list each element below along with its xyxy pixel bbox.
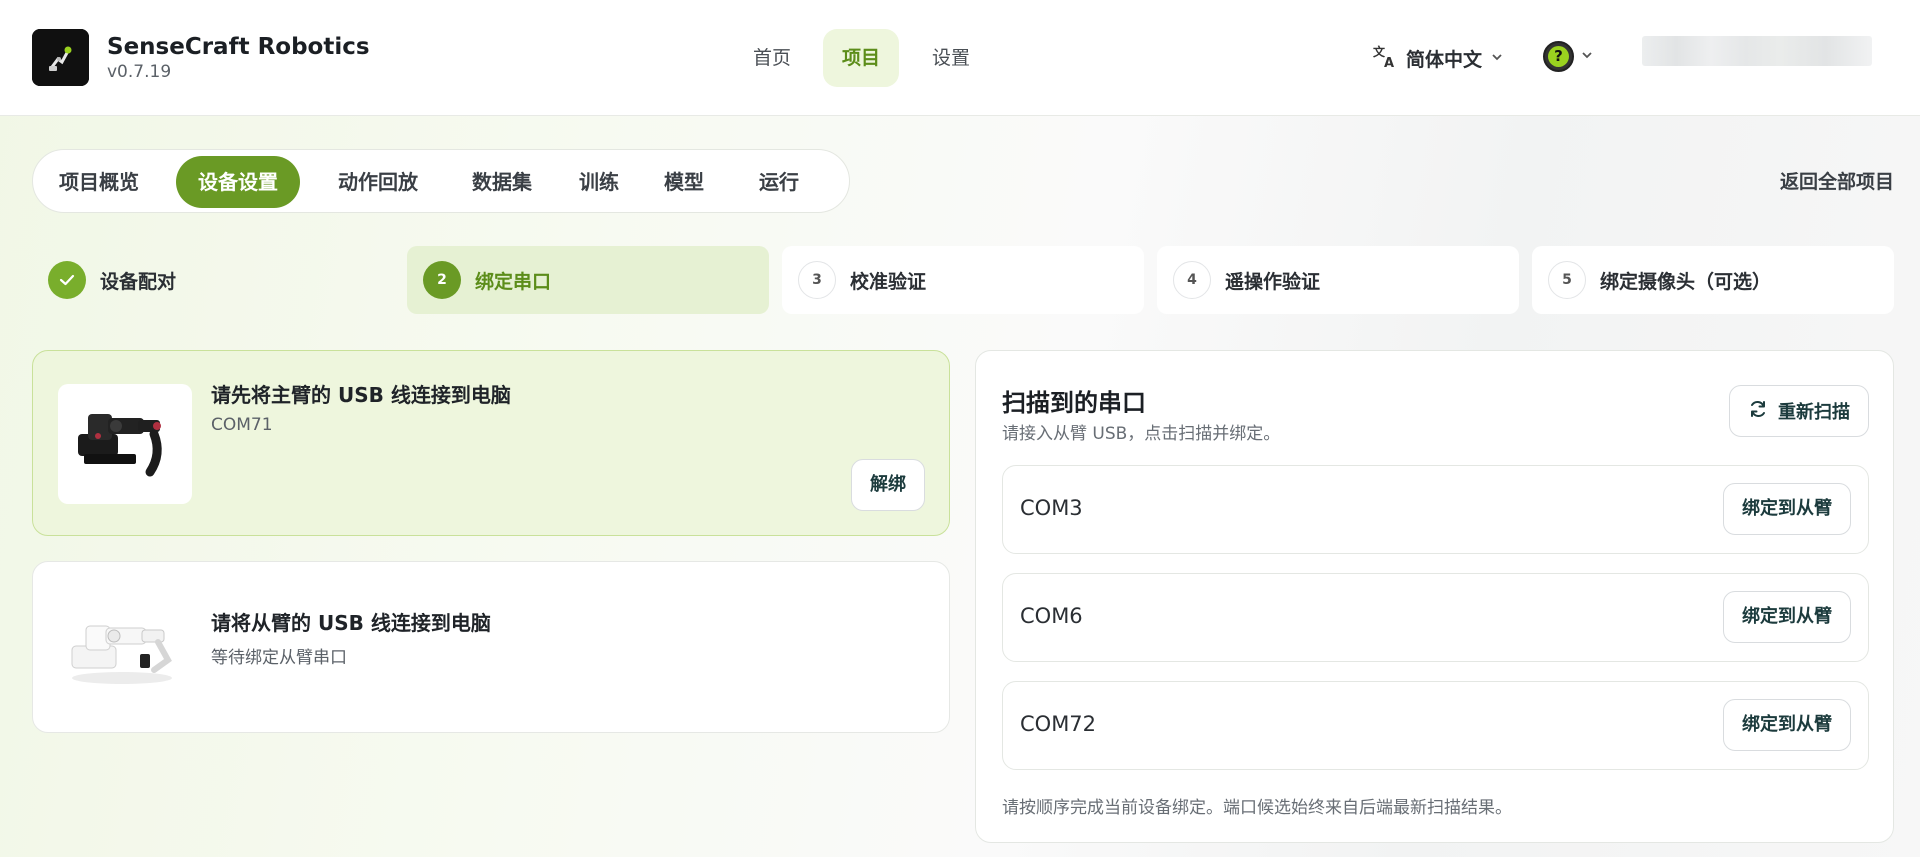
panel-footnote: 请按顺序完成当前设备绑定。端口候选始终来自后端最新扫描结果。 (1002, 798, 1512, 818)
rescan-label: 重新扫描 (1778, 402, 1850, 423)
slave-arm-image (58, 588, 192, 708)
nav-settings[interactable]: 设置 (913, 29, 989, 87)
step-number: 2 (423, 261, 461, 299)
language-selector[interactable]: 文 A 简体中文 (1372, 42, 1504, 74)
chevron-down-icon (1580, 47, 1594, 66)
port-name: COM72 (1020, 712, 1097, 736)
master-arm-port: COM71 (211, 415, 273, 435)
tab-device-setup[interactable]: 设备设置 (176, 156, 300, 208)
master-arm-title: 请先将主臂的 USB 线连接到电脑 (211, 383, 511, 407)
step-number: 5 (1548, 261, 1586, 299)
help-menu[interactable]: ? (1543, 41, 1594, 72)
port-name: COM6 (1020, 604, 1083, 628)
svg-text:A: A (1384, 56, 1394, 69)
port-row: COM3 绑定到从臂 (1002, 465, 1869, 554)
step-label: 设备配对 (100, 270, 177, 293)
tab-replay[interactable]: 动作回放 (316, 156, 440, 208)
tab-overview[interactable]: 项目概览 (37, 156, 161, 208)
app-logo (32, 29, 89, 86)
nav-home[interactable]: 首页 (734, 29, 810, 87)
language-label: 简体中文 (1406, 48, 1483, 71)
rescan-button[interactable]: 重新扫描 (1729, 385, 1869, 437)
step-bind-serial[interactable]: 2 绑定串口 (407, 246, 769, 314)
app-name: SenseCraft Robotics (107, 34, 370, 60)
app-version: v0.7.19 (107, 62, 172, 82)
step-label: 遥操作验证 (1225, 270, 1321, 293)
project-tabs: 项目概览 设备设置 动作回放 数据集 训练 模型 运行 (32, 149, 850, 213)
bind-to-slave-button[interactable]: 绑定到从臂 (1723, 699, 1851, 751)
step-number: 4 (1173, 261, 1211, 299)
chevron-down-icon (1490, 47, 1504, 69)
tab-run[interactable]: 运行 (737, 156, 821, 208)
step-label: 校准验证 (850, 270, 927, 293)
slave-arm-status: 等待绑定从臂串口 (211, 648, 347, 668)
user-account-redacted[interactable] (1642, 36, 1872, 66)
slave-arm-title: 请将从臂的 USB 线连接到电脑 (211, 611, 491, 635)
nav-projects[interactable]: 项目 (823, 29, 900, 87)
back-to-all-projects-link[interactable]: 返回全部项目 (1780, 167, 1894, 194)
question-icon: ? (1543, 41, 1574, 72)
bind-to-slave-button[interactable]: 绑定到从臂 (1723, 591, 1851, 643)
check-icon (48, 261, 86, 299)
tab-training[interactable]: 训练 (557, 156, 641, 208)
unbind-button[interactable]: 解绑 (851, 459, 925, 511)
step-number: 3 (798, 261, 836, 299)
tab-dataset[interactable]: 数据集 (450, 156, 554, 208)
port-name: COM3 (1020, 496, 1083, 520)
master-arm-card: 请先将主臂的 USB 线连接到电脑 COM71 解绑 (32, 350, 950, 536)
panel-subtitle: 请接入从臂 USB，点击扫描并绑定。 (1002, 424, 1281, 444)
translate-icon: 文 A (1372, 43, 1398, 74)
step-label: 绑定串口 (475, 270, 552, 293)
serial-ports-panel: 扫描到的串口 请接入从臂 USB，点击扫描并绑定。 重新扫描 COM3 绑定到从… (975, 350, 1894, 843)
step-device-pairing[interactable]: 设备配对 (32, 246, 394, 314)
refresh-icon (1748, 399, 1768, 424)
step-teleop[interactable]: 4 遥操作验证 (1157, 246, 1519, 314)
tab-model[interactable]: 模型 (642, 156, 726, 208)
step-camera[interactable]: 5 绑定摄像头（可选） (1532, 246, 1894, 314)
panel-title: 扫描到的串口 (1002, 389, 1146, 417)
master-arm-image (58, 384, 192, 504)
port-row: COM6 绑定到从臂 (1002, 573, 1869, 662)
top-bar: SenseCraft Robotics v0.7.19 首页 项目 设置 文 A… (0, 0, 1920, 116)
bind-to-slave-button[interactable]: 绑定到从臂 (1723, 483, 1851, 535)
slave-arm-card: 请将从臂的 USB 线连接到电脑 等待绑定从臂串口 (32, 561, 950, 733)
step-calibration[interactable]: 3 校准验证 (782, 246, 1144, 314)
port-row: COM72 绑定到从臂 (1002, 681, 1869, 770)
step-label: 绑定摄像头（可选） (1600, 270, 1772, 293)
